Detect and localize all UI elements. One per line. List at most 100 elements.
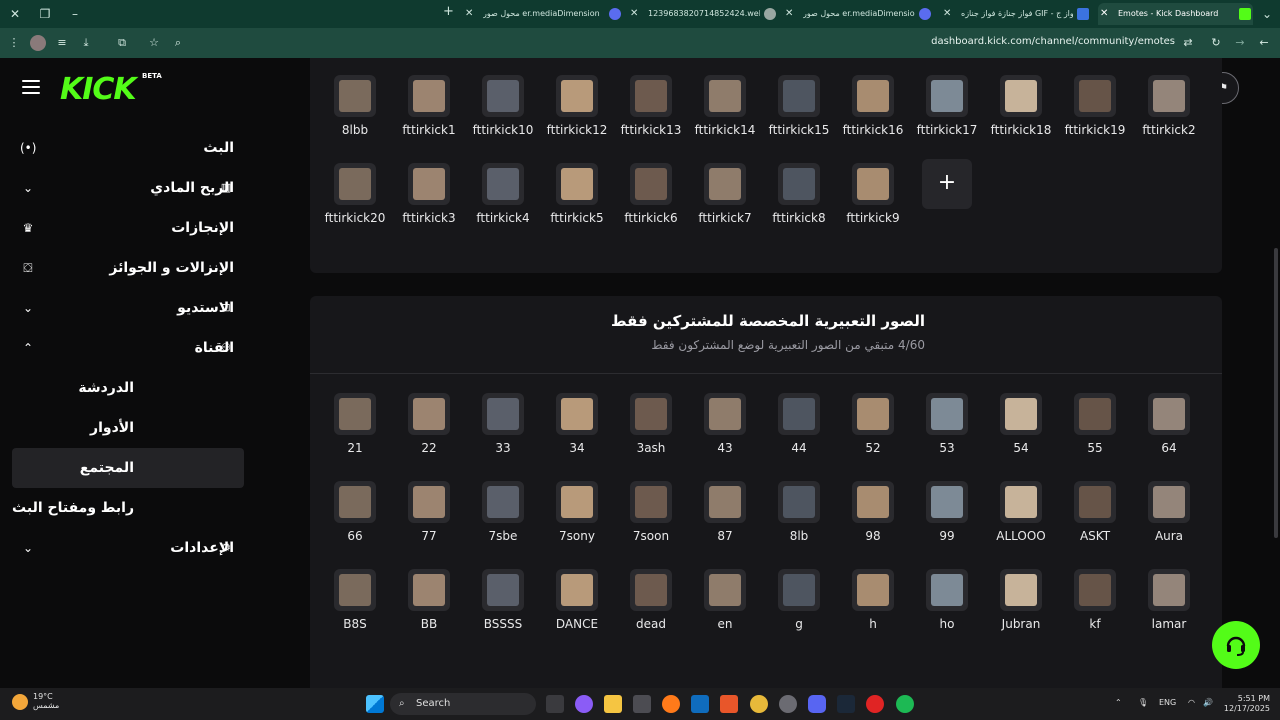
emote-item[interactable]: 64 (1132, 393, 1206, 481)
microphone-icon[interactable]: 🎙 (1138, 698, 1148, 707)
tab-search-icon[interactable]: ⌄ (1258, 5, 1276, 23)
hamburger-menu-icon[interactable] (22, 80, 40, 94)
tab-webp-image[interactable]: ✕ 1239683820714852424.webp ( (628, 3, 778, 25)
emote-item[interactable]: fttirkick3 (392, 163, 466, 251)
emote-item[interactable]: fttirkick10 (466, 75, 540, 163)
tab-close-icon[interactable]: ✕ (943, 3, 951, 25)
emote-item[interactable]: DANCE (540, 569, 614, 657)
emote-item[interactable]: 34 (540, 393, 614, 481)
emote-item[interactable]: B8S (318, 569, 392, 657)
minimize-window-icon[interactable]: – (66, 5, 84, 23)
sidebar-item-community[interactable]: المجتمع (12, 448, 244, 488)
language-indicator[interactable]: ENG (1159, 698, 1176, 707)
emote-item[interactable]: fttirkick19 (1058, 75, 1132, 163)
weather-widget[interactable]: 19°C مشمس (33, 692, 59, 710)
app-icon[interactable] (779, 695, 797, 713)
tab-close-icon[interactable]: ✕ (785, 3, 793, 25)
sidebar-item-stream-key[interactable]: رابط ومفتاح البث (12, 488, 244, 528)
close-window-icon[interactable]: ✕ (6, 5, 24, 23)
emote-item[interactable]: 7soon (614, 481, 688, 569)
emote-item[interactable]: 52 (836, 393, 910, 481)
sidebar-item-drops[interactable]: ⛋ الإنزالات و الجوائز (12, 248, 244, 288)
emote-item[interactable]: dead (614, 569, 688, 657)
app-icon[interactable] (720, 695, 738, 713)
emote-item[interactable]: fttirkick5 (540, 163, 614, 251)
emote-item[interactable]: 43 (688, 393, 762, 481)
media-control-icon[interactable]: ≡ (54, 35, 70, 51)
page-scrollbar[interactable] (1274, 248, 1278, 538)
emote-item[interactable]: 33 (466, 393, 540, 481)
outlook-icon[interactable] (691, 695, 709, 713)
emote-item[interactable]: ho (910, 569, 984, 657)
tray-chevron-icon[interactable]: ⌃ (1115, 698, 1122, 707)
sidebar-item-achievements[interactable]: ♛ الإنجازات (12, 208, 244, 248)
file-explorer-icon[interactable] (604, 695, 622, 713)
discord-icon[interactable] (808, 695, 826, 713)
emote-item[interactable]: fttirkick1 (392, 75, 466, 163)
emote-item[interactable]: 55 (1058, 393, 1132, 481)
emote-item[interactable]: fttirkick17 (910, 75, 984, 163)
clock[interactable]: 5:51 PM 12/17/2025 (1222, 694, 1270, 714)
sidebar-item-roles[interactable]: الأدوار (12, 408, 244, 448)
copilot-icon[interactable] (575, 695, 593, 713)
spotify-icon[interactable] (896, 695, 914, 713)
sidebar-item-monetization[interactable]: ⌄ ▥ الربح المادي (12, 168, 244, 208)
add-emote-button[interactable]: + (922, 159, 972, 209)
extensions-icon[interactable]: ⧉ (114, 35, 130, 51)
weather-sun-icon[interactable] (12, 694, 28, 710)
emote-item[interactable]: fttirkick14 (688, 75, 762, 163)
back-icon[interactable]: ← (1256, 35, 1272, 51)
sidebar-item-channel[interactable]: ⌃ ⚇ القناة (12, 328, 244, 368)
emote-item[interactable]: fttirkick8 (762, 163, 836, 251)
sidebar-item-settings[interactable]: ⌄ ⚙ الإعدادات (12, 528, 244, 568)
forward-icon[interactable]: → (1232, 35, 1248, 51)
tab-mediadimension-2[interactable]: ✕ محول صور er.mediaDimension (463, 3, 623, 25)
emote-item[interactable]: 7sony (540, 481, 614, 569)
emote-item[interactable]: 44 (762, 393, 836, 481)
emote-item[interactable]: 7sbe (466, 481, 540, 569)
new-tab-button[interactable]: + (443, 4, 454, 19)
tab-close-icon[interactable]: ✕ (1100, 3, 1108, 25)
emote-item[interactable]: fttirkick7 (688, 163, 762, 251)
emote-item[interactable]: fttirkick20 (318, 163, 392, 251)
emote-item[interactable]: BB (392, 569, 466, 657)
emote-item[interactable]: fttirkick4 (466, 163, 540, 251)
emote-item[interactable]: ALLOOO (984, 481, 1058, 569)
emote-item[interactable]: ASKT (1058, 481, 1132, 569)
emote-item[interactable]: fttirkick16 (836, 75, 910, 163)
tab-kick-dashboard[interactable]: ✕ Emotes - Kick Dashboard (1098, 3, 1253, 25)
reload-icon[interactable]: ↻ (1208, 35, 1224, 51)
emote-item[interactable]: lamar (1132, 569, 1206, 657)
sidebar-item-broadcast[interactable]: (•) البث (12, 128, 244, 168)
volume-icon[interactable]: 🔊 (1203, 698, 1213, 707)
emote-item[interactable]: 87 (688, 481, 762, 569)
emote-item[interactable]: 8lb (762, 481, 836, 569)
sidebar-item-chat[interactable]: الدردشة (12, 368, 244, 408)
menu-dots-icon[interactable]: ⋮ (6, 35, 22, 51)
firefox-icon[interactable] (662, 695, 680, 713)
kick-logo[interactable]: KICK (60, 72, 137, 107)
download-icon[interactable]: ⤓ (78, 35, 94, 51)
emote-item[interactable]: fttirkick12 (540, 75, 614, 163)
taskbar-search[interactable]: Search ⌕ (390, 693, 536, 715)
emote-item[interactable]: 99 (910, 481, 984, 569)
emote-item[interactable]: fttirkick6 (614, 163, 688, 251)
emote-item[interactable]: 53 (910, 393, 984, 481)
emote-item[interactable]: fttirkick2 (1132, 75, 1206, 163)
store-icon[interactable] (633, 695, 651, 713)
emote-item[interactable]: en (688, 569, 762, 657)
app-icon[interactable] (866, 695, 884, 713)
emote-item[interactable]: fttirkick9 (836, 163, 910, 251)
tab-gif[interactable]: ✕ فواز جنازة فواز جنازه GIF - فواز ج (941, 3, 1091, 25)
emote-item[interactable]: 54 (984, 393, 1058, 481)
tab-close-icon[interactable]: ✕ (630, 3, 638, 25)
url-field[interactable]: dashboard.kick.com/channel/community/emo… (900, 36, 1175, 47)
site-settings-icon[interactable]: ⇄ (1180, 35, 1196, 51)
emote-item[interactable]: 66 (318, 481, 392, 569)
steam-icon[interactable] (837, 695, 855, 713)
bookmark-star-icon[interactable]: ☆ (146, 35, 162, 51)
tab-mediadimension-1[interactable]: ✕ محول صور er.mediaDimension (783, 3, 933, 25)
emote-item[interactable]: fttirkick15 (762, 75, 836, 163)
emote-item[interactable]: g (762, 569, 836, 657)
emote-item[interactable]: 3ash (614, 393, 688, 481)
